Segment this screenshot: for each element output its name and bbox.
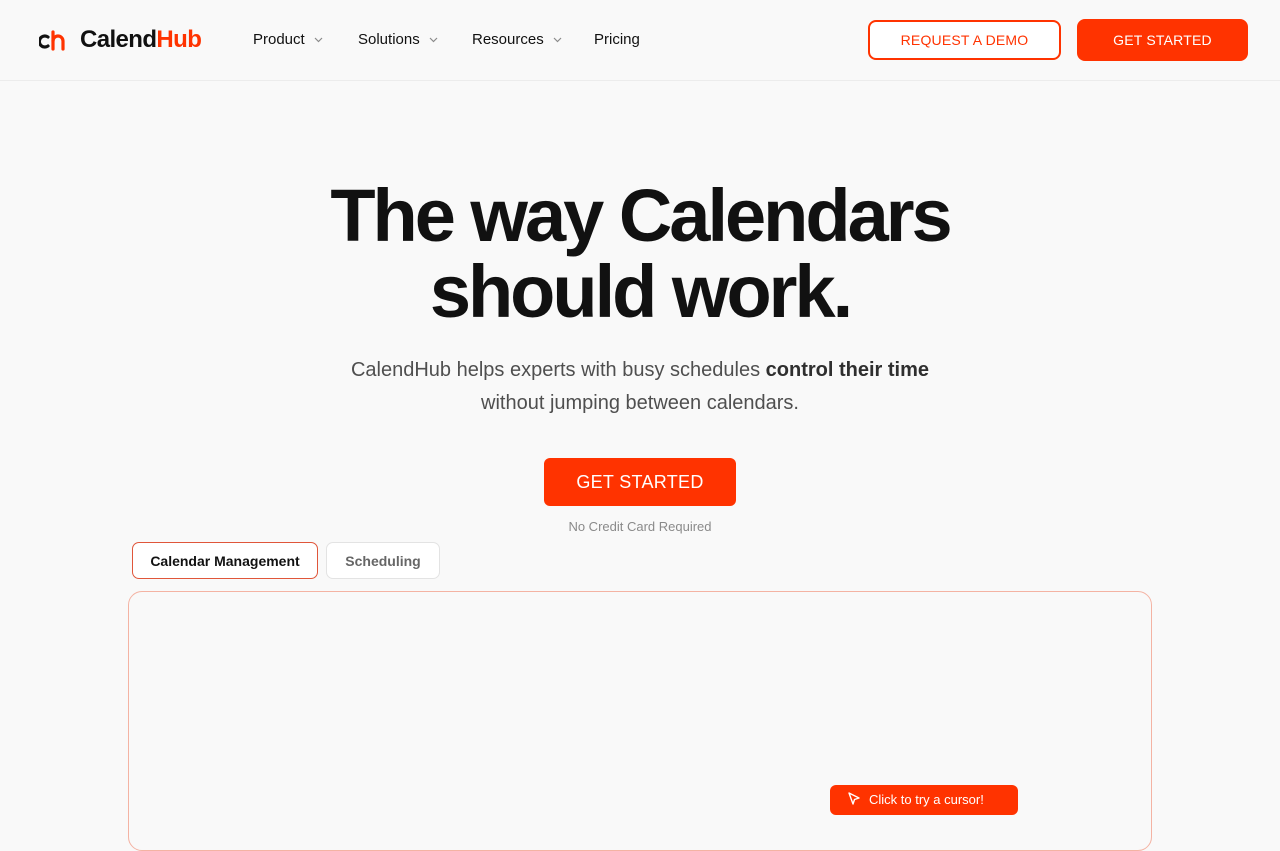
nav-item-solutions[interactable]: Solutions xyxy=(358,30,438,50)
cursor-arrow-icon xyxy=(848,792,860,805)
chevron-down-icon xyxy=(553,37,562,43)
hero-subtitle: CalendHub helps experts with busy schedu… xyxy=(0,354,1280,420)
tab-scheduling[interactable]: Scheduling xyxy=(326,542,440,579)
ch-monogram-icon xyxy=(39,30,65,51)
no-credit-card-note: No Credit Card Required xyxy=(568,519,712,534)
nav-item-resources[interactable]: Resources xyxy=(472,30,562,50)
nav-item-product[interactable]: Product xyxy=(253,30,323,50)
get-started-hero-button[interactable]: GET STARTED xyxy=(544,458,736,506)
brand-name-part1: Calend xyxy=(80,26,157,53)
chevron-down-icon xyxy=(314,37,323,43)
nav-item-label: Resources xyxy=(472,31,544,48)
hero-title-line2: should work. xyxy=(429,250,853,333)
top-navbar: CalendHub Product Solutions Resources Pr… xyxy=(0,0,1280,81)
hero-subtitle-pre: CalendHub helps experts with busy schedu… xyxy=(350,359,766,381)
chevron-down-icon xyxy=(429,37,438,43)
hero-title-line1: The way Calendars xyxy=(330,174,952,257)
hero-title: The way Calendars should work. xyxy=(0,178,1280,330)
tab-calendar-management[interactable]: Calendar Management xyxy=(132,542,318,579)
nav-item-label: Solutions xyxy=(358,31,420,48)
brand-name: CalendHub xyxy=(80,26,202,53)
brand-logo[interactable]: CalendHub xyxy=(39,26,202,53)
brand-name-part2: Hub xyxy=(156,26,202,53)
nav-item-label: Pricing xyxy=(594,31,640,48)
nav-item-pricing[interactable]: Pricing xyxy=(594,30,640,50)
try-cursor-hint-button[interactable]: Click to try a cursor! xyxy=(830,785,1018,815)
request-demo-button[interactable]: REQUEST A DEMO xyxy=(868,20,1061,60)
hero-subtitle-emphasis: control their time xyxy=(765,359,930,381)
nav-item-label: Product xyxy=(253,31,305,48)
get-started-nav-button[interactable]: GET STARTED xyxy=(1077,19,1248,61)
hero-subtitle-post: without jumping between calendars. xyxy=(481,392,799,414)
